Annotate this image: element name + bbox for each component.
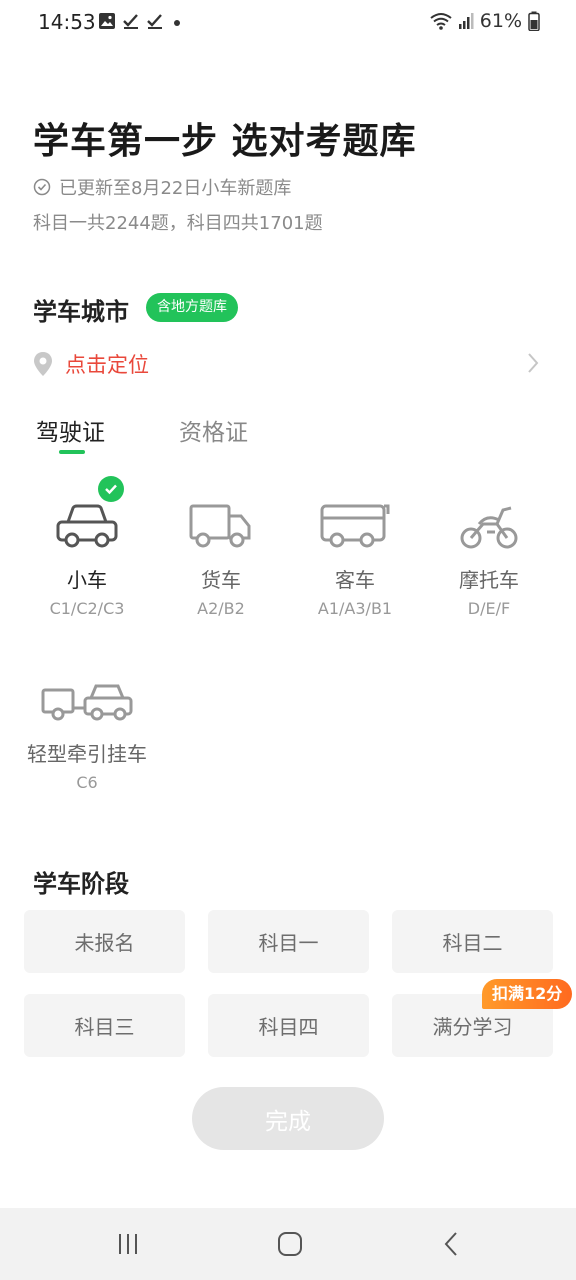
vehicle-code: C1/C2/C3	[49, 599, 125, 618]
question-counts: 科目一共2244题，科目四共1701题	[33, 213, 323, 234]
stage-option-not-registered[interactable]: 未报名	[24, 910, 185, 973]
back-icon[interactable]	[443, 1231, 459, 1257]
vehicle-option-trailer[interactable]: 轻型牵引挂车 C6	[17, 654, 157, 792]
tab-driver-license[interactable]: 驾驶证	[36, 413, 105, 447]
truck-icon	[189, 504, 251, 548]
stage-option-subject-1[interactable]: 科目一	[208, 910, 369, 973]
bus-icon	[320, 504, 390, 548]
status-right: 61%	[430, 10, 540, 32]
city-section-title: 学车城市	[33, 298, 129, 326]
tab-qualification[interactable]: 资格证	[179, 413, 248, 447]
vehicle-name: 轻型牵引挂车	[27, 742, 147, 766]
vehicle-code: A1/A3/B1	[317, 599, 393, 618]
done-button[interactable]: 完成	[192, 1087, 384, 1150]
battery-icon	[528, 11, 540, 31]
vehicle-name: 客车	[335, 568, 375, 592]
signal-icon	[458, 13, 474, 29]
motorcycle-icon	[460, 506, 518, 549]
trailer-icon	[41, 684, 133, 721]
check-circle-icon	[33, 178, 51, 196]
page-title: 学车第一步 选对考题库	[33, 121, 417, 162]
vehicle-name: 货车	[201, 568, 241, 592]
selected-check-icon	[98, 476, 124, 502]
update-info-text: 已更新至8月22日小车新题库	[59, 178, 292, 199]
location-pin-icon	[34, 352, 52, 376]
vehicle-option-car[interactable]: 小车 C1/C2/C3	[17, 480, 157, 618]
tab-active-indicator	[59, 450, 85, 454]
task-done-icon	[147, 14, 162, 29]
home-icon[interactable]	[277, 1231, 303, 1257]
vehicle-code: D/E/F	[467, 599, 511, 618]
promo-badge: 扣满12分	[482, 979, 573, 1009]
chevron-right-icon	[528, 353, 539, 373]
vehicle-name: 摩托车	[459, 568, 519, 592]
battery-percent: 61%	[479, 10, 522, 32]
dot-icon	[174, 20, 180, 26]
wifi-icon	[430, 13, 452, 30]
recent-apps-icon[interactable]	[116, 1232, 140, 1256]
car-icon	[56, 504, 118, 548]
stage-option-subject-3[interactable]: 科目三	[24, 994, 185, 1057]
task-done-icon	[123, 14, 138, 29]
status-notification-icons	[98, 12, 184, 30]
gallery-icon	[99, 13, 115, 29]
status-time: 14:53	[38, 10, 96, 34]
stage-section-title: 学车阶段	[33, 870, 129, 898]
vehicle-name: 小车	[67, 568, 107, 592]
vehicle-option-bus[interactable]: 客车 A1/A3/B1	[285, 480, 425, 618]
stage-option-subject-2[interactable]: 科目二	[392, 910, 553, 973]
vehicle-option-motorcycle[interactable]: 摩托车 D/E/F	[419, 480, 559, 618]
stage-option-subject-4[interactable]: 科目四	[208, 994, 369, 1057]
update-info: 已更新至8月22日小车新题库	[33, 174, 291, 200]
locate-label: 点击定位	[65, 353, 149, 377]
vehicle-code: A2/B2	[197, 599, 245, 618]
system-nav-bar	[0, 1208, 576, 1280]
vehicle-option-truck[interactable]: 货车 A2/B2	[151, 480, 291, 618]
locate-row[interactable]: 点击定位	[33, 346, 543, 382]
local-bank-badge: 含地方题库	[146, 293, 238, 322]
vehicle-code: C6	[76, 773, 98, 792]
